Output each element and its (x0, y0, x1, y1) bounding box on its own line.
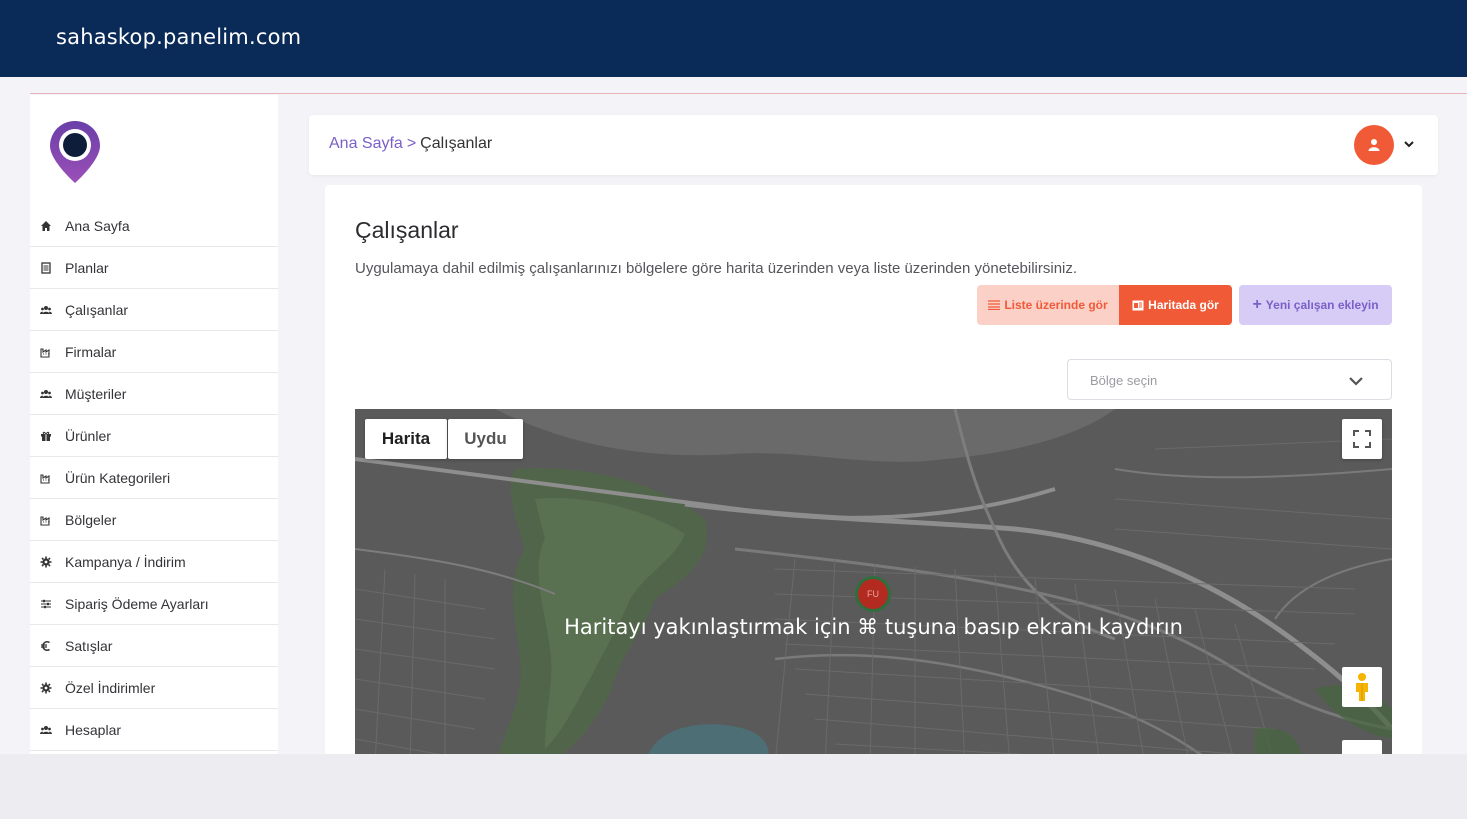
region-select[interactable]: Bölge seçin (1067, 359, 1392, 400)
list-view-button[interactable]: Liste üzerinde gör (977, 285, 1119, 325)
sidebar-item-satislar[interactable]: Satışlar (30, 625, 278, 667)
map-view-label: Haritada gör (1148, 298, 1219, 312)
users-icon (39, 723, 53, 737)
page-description: Uygulamaya dahil edilmiş çalışanlarınızı… (355, 260, 1078, 277)
sidebar-item-label: Planlar (65, 259, 109, 276)
user-icon (1368, 139, 1380, 151)
factory-icon (39, 513, 53, 527)
region-select-placeholder: Bölge seçin (1090, 373, 1158, 388)
sidebar-item-label: Sipariş Ödeme Ayarları (65, 595, 209, 612)
breadcrumb: Ana Sayfa > Çalışanlar (329, 135, 492, 153)
sidebar-item-label: Kampanya / İndirim (65, 553, 186, 570)
euro-icon (39, 639, 53, 653)
document-icon (39, 261, 53, 275)
gift-icon (39, 429, 53, 443)
sidebar-item-label: Ürünler (65, 427, 111, 444)
chevron-down-icon[interactable] (1402, 137, 1416, 151)
gear-icon (39, 681, 53, 695)
street-view-pegman-button[interactable] (1342, 667, 1382, 707)
chevron-down-icon (1349, 377, 1363, 386)
home-icon (39, 219, 53, 233)
pegman-icon (1356, 673, 1368, 701)
plus-icon: + (1252, 296, 1262, 313)
sidebar-item-calisanlar[interactable]: Çalışanlar (30, 289, 278, 331)
sidebar-item-label: Ana Sayfa (65, 217, 130, 234)
sidebar-item-label: Müşteriler (65, 385, 127, 402)
fullscreen-button[interactable] (1342, 419, 1382, 459)
sidebar-item-urun-kategorileri[interactable]: Ürün Kategorileri (30, 457, 278, 499)
sidebar-item-ozel-indirimler[interactable]: Özel İndirimler (30, 667, 278, 709)
sidebar-item-label: Özel İndirimler (65, 679, 156, 696)
map-scroll-hint: Haritayı yakınlaştırmak için ⌘ tuşuna ba… (564, 615, 1183, 639)
map-type-control: Harita Uydu (365, 419, 523, 459)
avatar[interactable] (1354, 125, 1394, 165)
sidebar-item-hesaplar[interactable]: Hesaplar (30, 709, 278, 751)
sidebar-item-musteriler[interactable]: Müşteriler (30, 373, 278, 415)
sidebar-item-urunler[interactable]: Ürünler (30, 415, 278, 457)
sidebar-item-ana-sayfa[interactable]: Ana Sayfa (30, 205, 278, 247)
sidebar-nav: Ana Sayfa Planlar Çalışanlar Firmalar Mü… (30, 205, 278, 751)
sidebar-item-label: Bölgeler (65, 511, 117, 528)
sidebar-item-firmalar[interactable]: Firmalar (30, 331, 278, 373)
map-type-satellite-button[interactable]: Uydu (448, 419, 523, 459)
breadcrumb-separator: > (406, 135, 417, 152)
zoom-control[interactable] (1342, 740, 1382, 754)
add-employee-button[interactable]: + Yeni çalışan ekleyin (1239, 285, 1392, 325)
users-icon (39, 303, 53, 317)
breadcrumb-home-link[interactable]: Ana Sayfa (329, 135, 403, 153)
factory-icon (39, 471, 53, 485)
sidebar-item-kampanya[interactable]: Kampanya / İndirim (30, 541, 278, 583)
gear-icon (39, 555, 53, 569)
app-area: Ana Sayfa Planlar Çalışanlar Firmalar Mü… (0, 77, 1467, 754)
header-bar: Ana Sayfa > Çalışanlar (309, 115, 1438, 175)
sidebar-item-siparis-odeme-ayarlari[interactable]: Sipariş Ödeme Ayarları (30, 583, 278, 625)
employee-map-marker[interactable]: FU (855, 576, 891, 612)
map-type-map-button[interactable]: Harita (365, 419, 447, 459)
location-search-logo[interactable] (48, 119, 102, 185)
main-panel: Çalışanlar Uygulamaya dahil edilmiş çalı… (325, 185, 1422, 754)
map-icon (1132, 300, 1144, 310)
sidebar-item-label: Hesaplar (65, 721, 122, 738)
sidebar-item-label: Ürün Kategorileri (65, 469, 171, 486)
sidebar-item-label: Satışlar (65, 637, 113, 654)
sidebar-item-bolgeler[interactable]: Bölgeler (30, 499, 278, 541)
add-employee-label: Yeni çalışan ekleyin (1265, 298, 1379, 312)
factory-icon (39, 345, 53, 359)
breadcrumb-current: Çalışanlar (420, 135, 493, 152)
browser-top-bar: sahaskop.panelim.com (0, 0, 1467, 77)
fullscreen-icon (1353, 430, 1371, 448)
sliders-icon (39, 597, 53, 611)
sidebar-item-label: Firmalar (65, 343, 117, 360)
map-view[interactable]: Harita Uydu FU Haritayı yakınlaştırmak i… (355, 409, 1392, 754)
divider (30, 93, 1467, 94)
sidebar: Ana Sayfa Planlar Çalışanlar Firmalar Mü… (30, 95, 278, 754)
users-icon (39, 387, 53, 401)
list-view-label: Liste üzerinde gör (1004, 298, 1108, 312)
sidebar-item-label: Çalışanlar (65, 301, 129, 318)
page-title: Çalışanlar (355, 217, 459, 243)
list-icon (988, 300, 1001, 310)
map-view-button[interactable]: Haritada gör (1119, 285, 1232, 325)
sidebar-item-planlar[interactable]: Planlar (30, 247, 278, 289)
site-domain: sahaskop.panelim.com (56, 25, 302, 49)
